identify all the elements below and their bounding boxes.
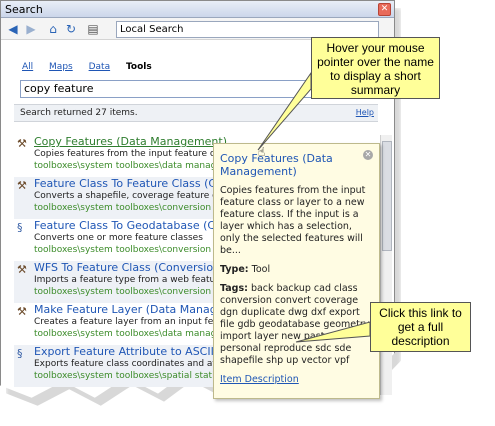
refresh-icon[interactable]: ↻ <box>63 21 79 37</box>
status-bar: Search returned 27 items. Help <box>14 104 378 122</box>
popup-type: Type: Tool <box>220 264 373 276</box>
hammer-icon: ⚒ <box>17 137 27 150</box>
home-icon[interactable]: ⌂ <box>45 21 61 37</box>
scrollbar-thumb[interactable] <box>382 141 392 251</box>
close-icon[interactable]: ✕ <box>378 3 391 16</box>
popup-title: Copy Features (Data Management) <box>220 152 333 178</box>
summary-popup: ✕ Copy Features (Data Management) Copies… <box>213 143 380 399</box>
popup-tags-label: Tags: <box>220 283 248 294</box>
tab-maps[interactable]: Maps <box>49 62 73 72</box>
item-description-link[interactable]: Item Description <box>220 374 373 386</box>
popup-type-label: Type: <box>220 264 249 275</box>
hammer-icon: ⚒ <box>17 305 27 318</box>
results-scrollbar[interactable] <box>380 135 392 395</box>
window-title: Search <box>5 3 43 16</box>
callout-link: Click this link to get a full descriptio… <box>370 302 471 352</box>
result-count: Search returned 27 items. <box>20 108 138 118</box>
help-link[interactable]: Help <box>356 105 374 121</box>
popup-summary: Copies features from the input feature c… <box>220 185 366 256</box>
forward-arrow-icon[interactable]: ▶ <box>23 21 39 37</box>
tab-tools[interactable]: Tools <box>126 62 152 72</box>
popup-tags: Tags: back backup cad class conversion c… <box>220 283 373 367</box>
hammer-icon: ⚒ <box>17 179 27 192</box>
back-arrow-icon[interactable]: ◀ <box>5 21 21 37</box>
callout-hover: Hover your mouse pointer over the name t… <box>311 37 440 99</box>
tab-data[interactable]: Data <box>89 62 111 72</box>
search-location-select[interactable]: Local Search <box>116 21 379 38</box>
popup-type-value: Tool <box>251 264 271 275</box>
title-bar: Search ✕ <box>1 1 394 18</box>
tab-all[interactable]: All <box>22 62 33 72</box>
hand-pointer-icon: ☝ <box>258 145 266 159</box>
search-filter-tabs: All Maps Data Tools <box>22 62 165 72</box>
script-icon: § <box>17 347 23 360</box>
close-icon[interactable]: ✕ <box>363 150 373 160</box>
index-options-icon[interactable]: ▤ <box>85 21 101 37</box>
hammer-icon: ⚒ <box>17 263 27 276</box>
script-icon: § <box>17 221 23 234</box>
popup-tags-value: back backup cad class conversion convert… <box>220 283 370 366</box>
